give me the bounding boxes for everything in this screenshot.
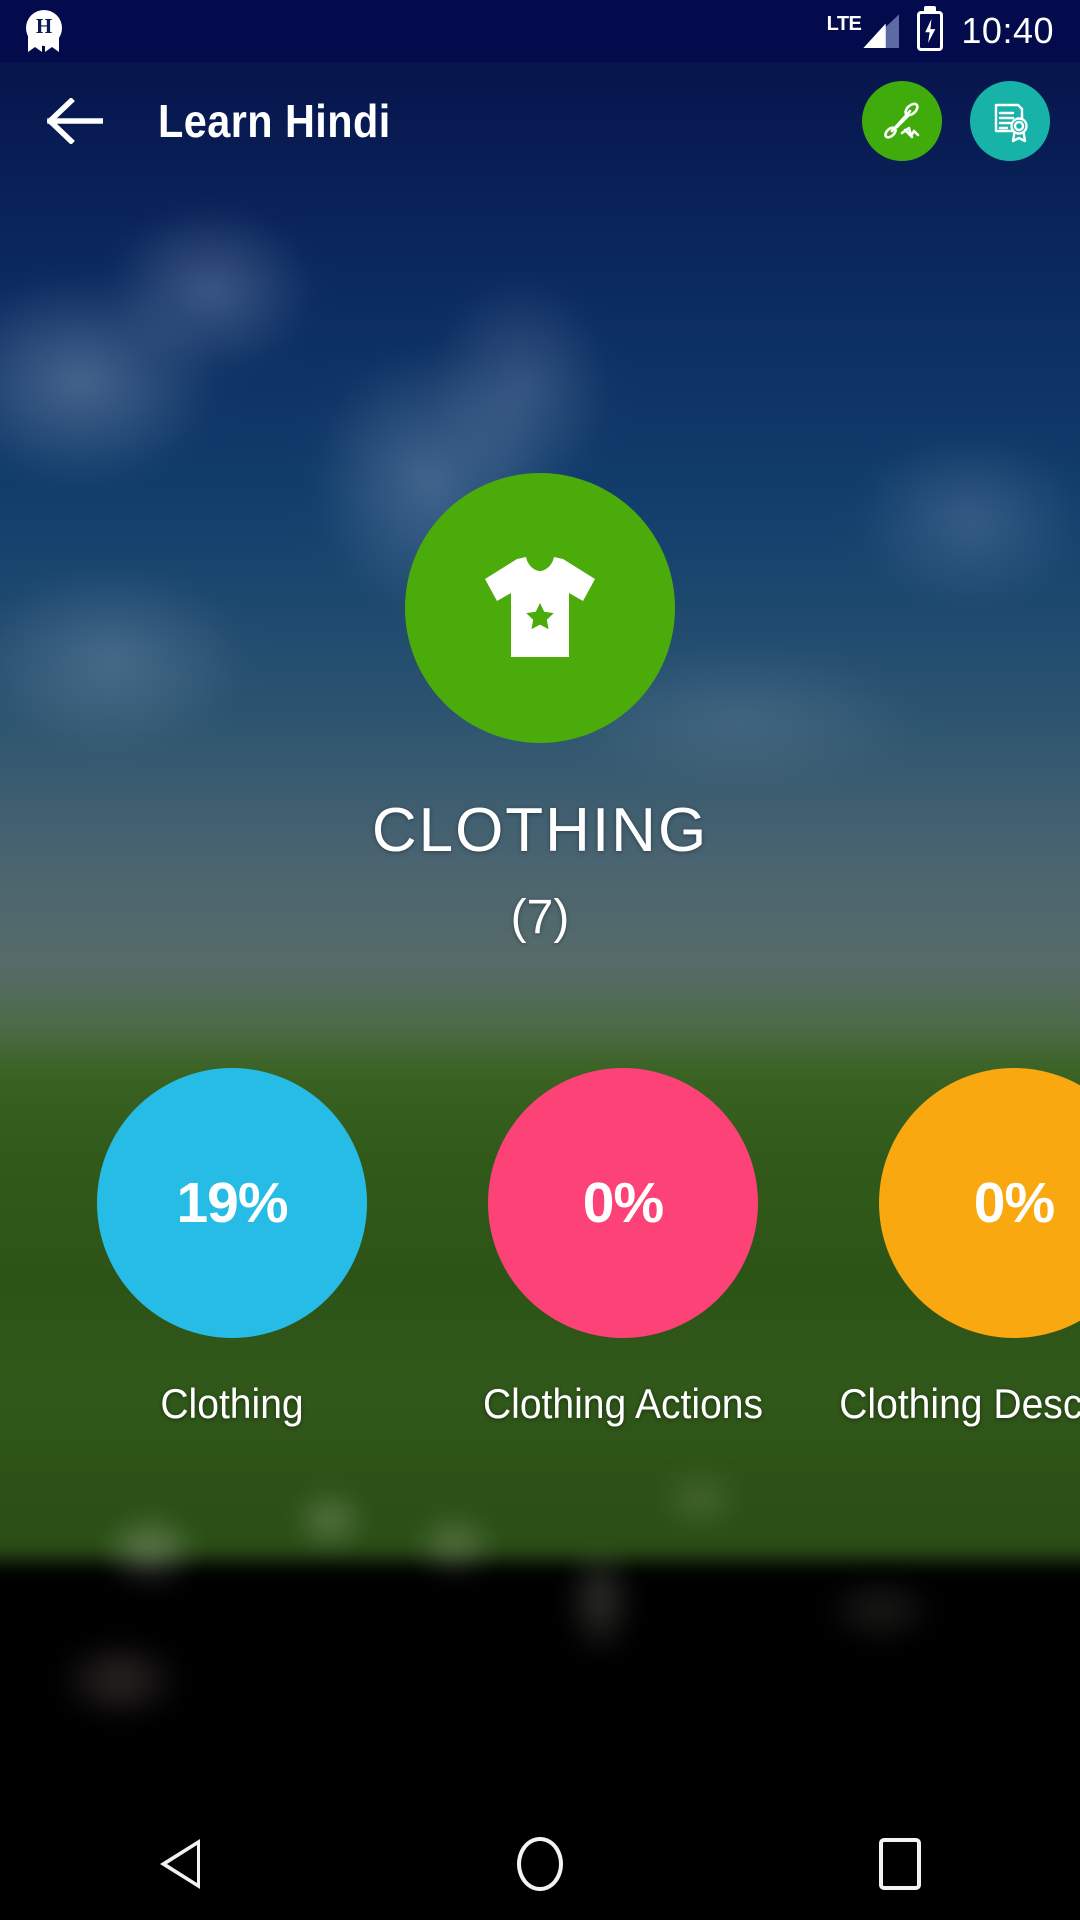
status-bar: H LTE 10:40 (0, 0, 1080, 62)
h-badge-letter: H (35, 14, 53, 38)
status-bar-right: LTE 10:40 (827, 10, 1080, 52)
lesson-item-clothing-description[interactable]: 0% Clothing Description (818, 1068, 1080, 1428)
lesson-progress-value: 0% (973, 1171, 1055, 1235)
app-bar: Learn Hindi (0, 62, 1080, 180)
lesson-progress-circle[interactable]: 19% (97, 1068, 367, 1338)
nav-recents-icon (879, 1838, 921, 1890)
lesson-progress-value: 19% (176, 1171, 288, 1235)
diploma-scroll-icon (884, 102, 920, 139)
diploma-scroll-button[interactable] (862, 81, 942, 161)
main-content: CLOTHING (7) 19% Clothing 0% Clothing Ac… (0, 0, 1080, 1820)
h-badge-icon: H (22, 8, 66, 54)
nav-recents-button[interactable] (825, 1808, 975, 1920)
back-button[interactable] (38, 84, 112, 158)
category-count: (7) (510, 891, 570, 944)
lesson-progress-circle[interactable]: 0% (488, 1068, 758, 1338)
certificate-button[interactable] (970, 81, 1050, 161)
page-title: Learn Hindi (158, 95, 391, 147)
arrow-left-icon (47, 98, 103, 144)
app-bar-actions (862, 81, 1080, 161)
lesson-item-clothing[interactable]: 19% Clothing (36, 1068, 428, 1428)
battery-charging-icon (917, 11, 944, 51)
nav-back-button[interactable] (105, 1808, 255, 1920)
certificate-award-icon (994, 103, 1028, 143)
lesson-item-clothing-actions[interactable]: 0% Clothing Actions (427, 1068, 819, 1428)
nav-back-icon (160, 1839, 200, 1889)
lesson-progress-value: 0% (582, 1171, 664, 1235)
category-icon-circle[interactable] (405, 473, 675, 743)
lesson-label: Clothing Description (839, 1380, 1080, 1427)
lesson-progress-circle[interactable]: 0% (879, 1068, 1080, 1338)
category-title: CLOTHING (371, 796, 709, 865)
nav-home-button[interactable] (465, 1808, 615, 1920)
tshirt-star-icon (485, 557, 595, 657)
lesson-label: Clothing (160, 1380, 304, 1427)
network-indicator: LTE (827, 14, 900, 48)
nav-home-icon (517, 1837, 563, 1891)
network-type-label: LTE (826, 13, 862, 35)
status-bar-clock: 10:40 (961, 10, 1054, 51)
signal-bars-icon (863, 14, 900, 48)
lesson-label: Clothing Actions (482, 1380, 764, 1427)
status-bar-left: H (0, 8, 66, 54)
system-navigation-bar (0, 1808, 1080, 1920)
lesson-list: 19% Clothing 0% Clothing Actions 0% Clot… (0, 1068, 1080, 1427)
